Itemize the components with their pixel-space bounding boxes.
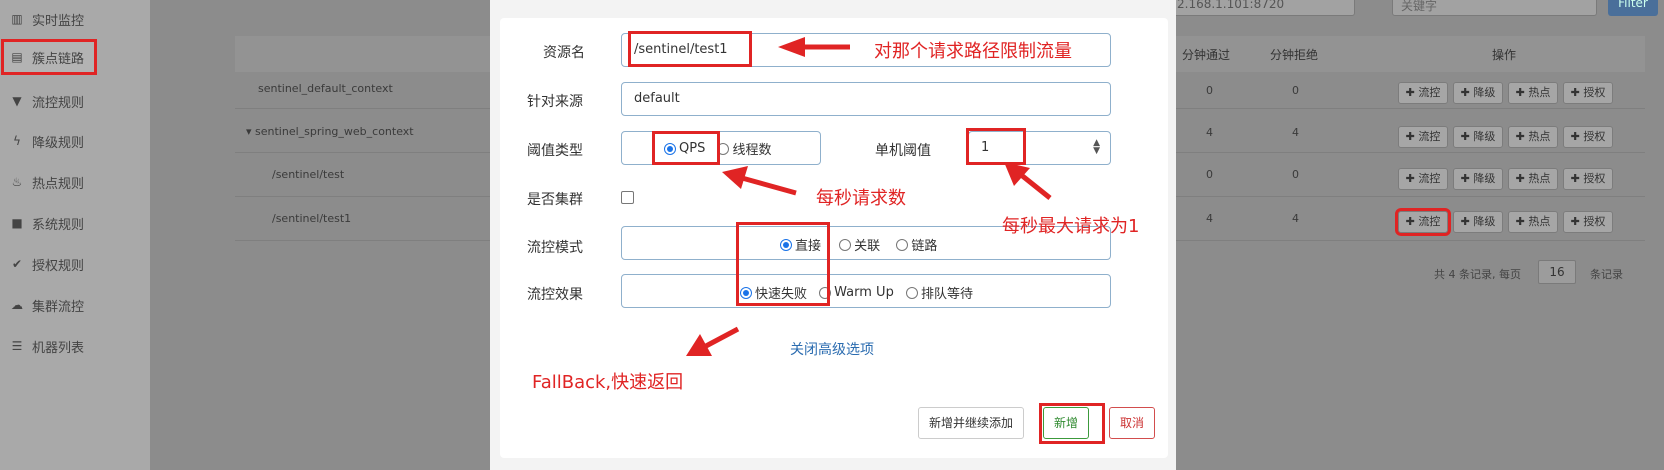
annotation-arrows xyxy=(686,37,1052,356)
